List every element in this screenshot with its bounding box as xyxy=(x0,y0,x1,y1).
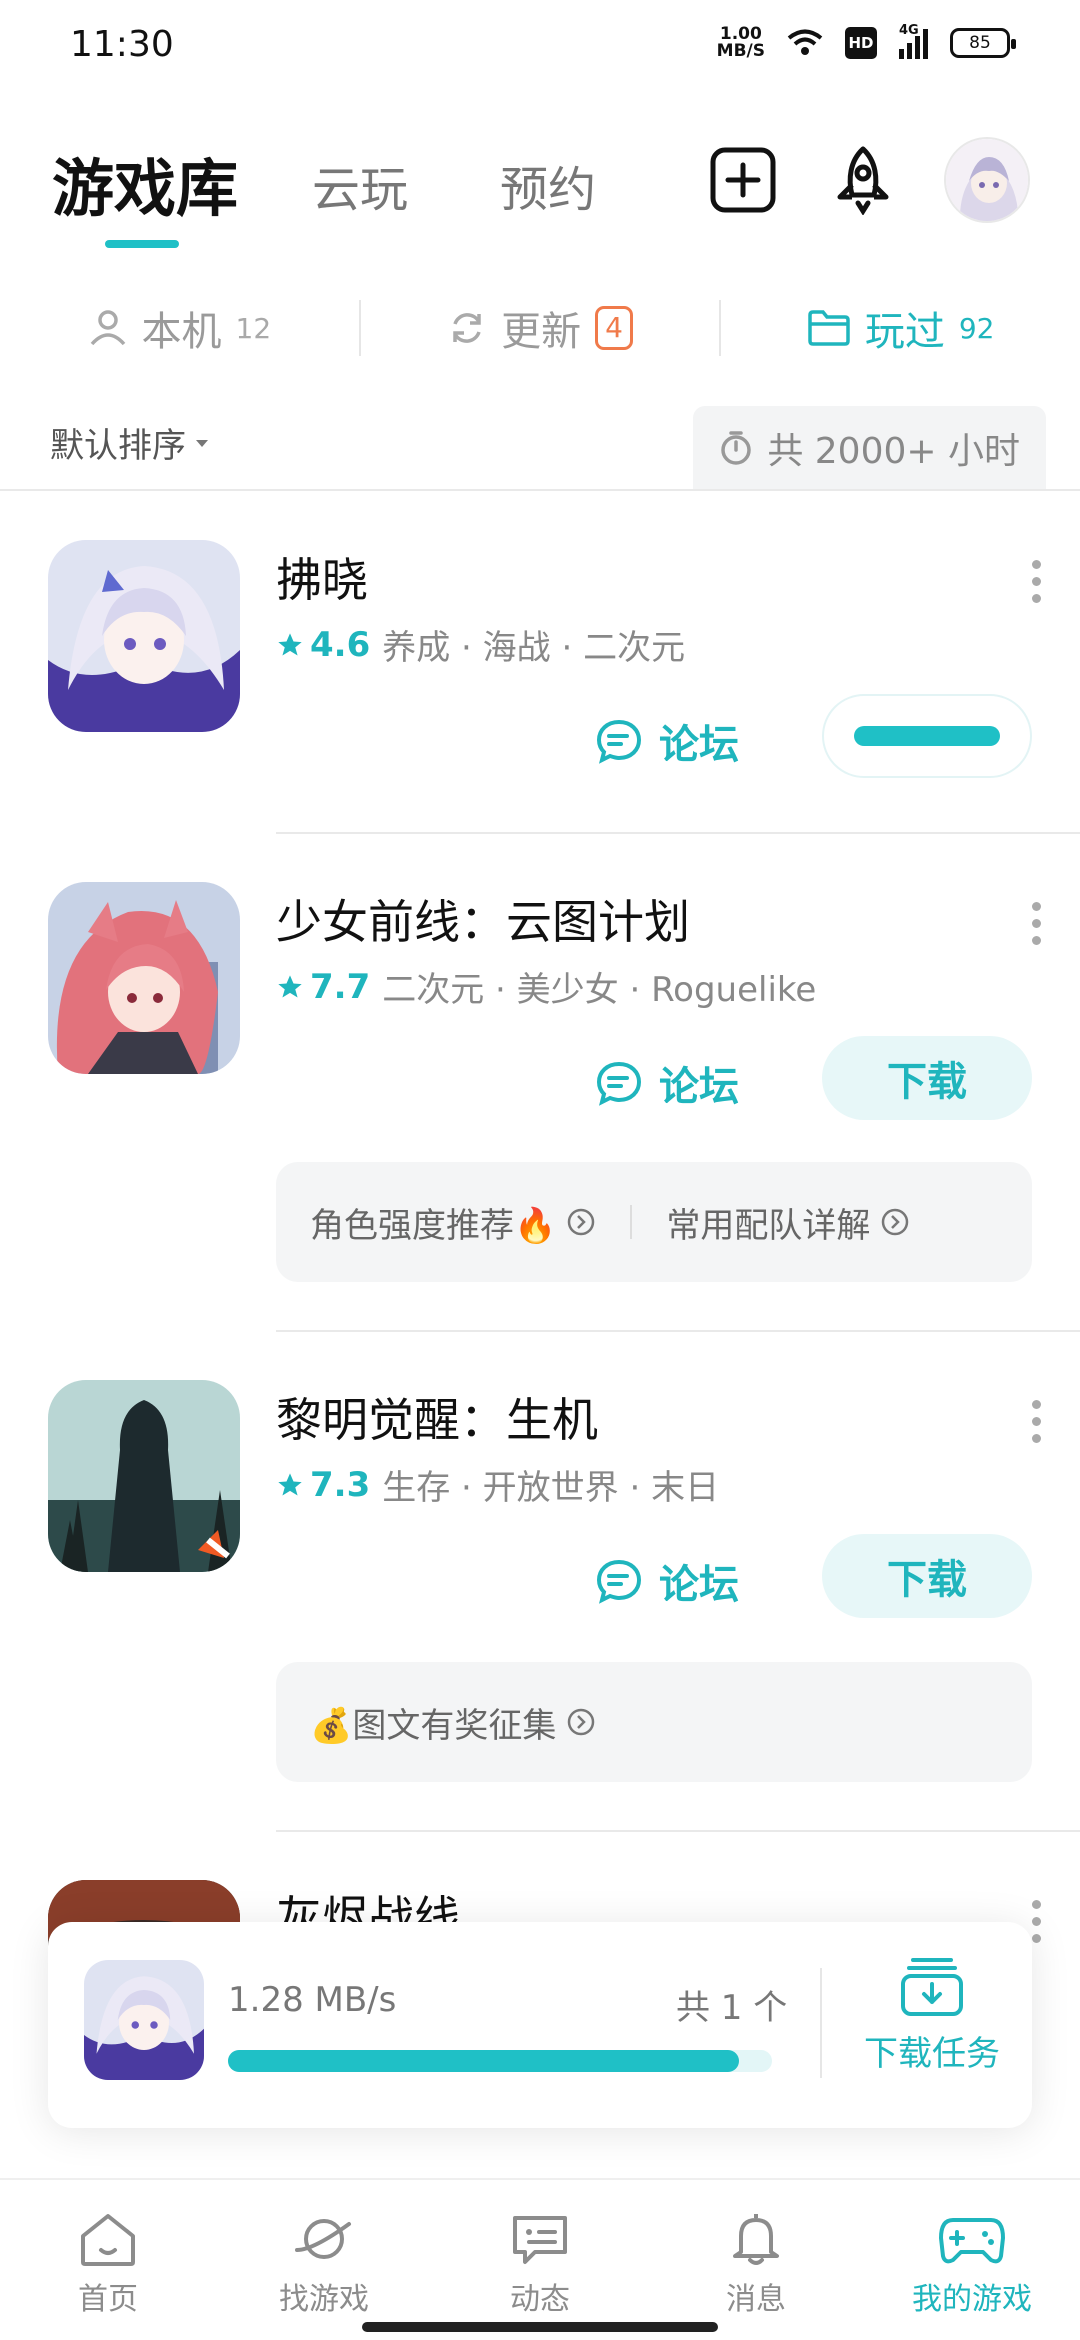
download-game-thumb xyxy=(84,1960,204,2080)
person-icon xyxy=(90,310,125,346)
game-icon[interactable] xyxy=(48,1380,240,1572)
tab-indicator xyxy=(105,240,179,248)
forum-icon xyxy=(596,719,642,764)
game-tips: 角色强度推荐🔥 常用配队详解 xyxy=(276,1162,1032,1282)
download-button[interactable]: 下载 xyxy=(822,1534,1032,1618)
home-icon xyxy=(81,2214,135,2266)
more-icon[interactable] xyxy=(1026,1400,1046,1443)
nav-messages[interactable]: 消息 xyxy=(648,2180,864,2340)
home-indicator xyxy=(362,2322,718,2332)
game-cover-image xyxy=(84,1960,204,2080)
chevron-circle-icon xyxy=(568,1208,595,1236)
chevron-circle-icon xyxy=(568,1708,595,1736)
download-button[interactable]: 下载 xyxy=(822,1036,1032,1120)
forum-icon xyxy=(596,1061,642,1106)
nav-home[interactable]: 首页 xyxy=(0,2180,216,2340)
nav-discover[interactable]: 找游戏 xyxy=(216,2180,432,2340)
tip-link[interactable]: 角色强度推荐🔥 xyxy=(310,1198,596,1247)
download-progress-track xyxy=(228,2050,772,2072)
total-playtime: 共 2000+ 小时 xyxy=(693,406,1046,490)
bell-icon xyxy=(733,2214,779,2265)
game-cover-image xyxy=(48,540,240,732)
game-title[interactable]: 拂晓 xyxy=(276,544,368,610)
game-tips: 💰图文有奖征集 xyxy=(276,1662,1032,1782)
download-progress-button[interactable] xyxy=(822,694,1032,778)
game-rating: 7.3 xyxy=(276,1465,370,1505)
battery-indicator: 85 xyxy=(950,28,1016,58)
nav-my-games[interactable]: 我的游戏 xyxy=(864,2180,1080,2340)
more-icon[interactable] xyxy=(1026,902,1046,945)
filter-update[interactable]: 更新 4 xyxy=(361,299,720,357)
tip-link[interactable]: 💰图文有奖征集 xyxy=(310,1698,596,1747)
filter-played[interactable]: 玩过 92 xyxy=(721,299,1080,357)
wifi-icon xyxy=(787,29,823,55)
download-tray-icon xyxy=(901,1958,963,2016)
signal-icon: 4G xyxy=(899,23,928,59)
add-game-button[interactable] xyxy=(708,145,778,215)
game-cover-image xyxy=(48,882,240,1074)
panel-divider xyxy=(820,1968,822,2078)
folder-icon xyxy=(808,310,850,346)
more-icon[interactable] xyxy=(1026,560,1046,603)
game-title[interactable]: 少女前线：云图计划 xyxy=(276,886,690,952)
status-time: 11:30 xyxy=(70,24,174,65)
forum-button[interactable]: 论坛 xyxy=(595,712,739,770)
download-progress-fill xyxy=(228,2050,740,2072)
accelerator-button[interactable] xyxy=(828,145,898,215)
plus-square-icon xyxy=(710,147,776,213)
tab-cloud-play[interactable]: 云玩 xyxy=(312,150,408,220)
game-tags: 生存 · 开放世界 · 末日 xyxy=(382,1468,720,1508)
game-meta: 4.6 养成 · 海战 · 二次元 xyxy=(276,620,685,669)
sort-dropdown[interactable]: 默认排序 xyxy=(50,418,210,467)
user-avatar[interactable] xyxy=(944,137,1030,223)
nav-feed[interactable]: 动态 xyxy=(432,2180,648,2340)
filter-local[interactable]: 本机 12 xyxy=(0,299,359,357)
avatar-image xyxy=(946,139,1028,221)
game-icon[interactable] xyxy=(48,882,240,1074)
game-title[interactable]: 黎明觉醒：生机 xyxy=(276,1384,598,1450)
caret-down-icon xyxy=(196,439,208,447)
forum-icon xyxy=(596,1559,642,1604)
game-meta: 7.7 二次元 · 美少女 · Roguelike xyxy=(276,962,816,1011)
network-type: 4G xyxy=(899,23,919,38)
tip-divider xyxy=(630,1205,633,1239)
game-icon[interactable] xyxy=(48,540,240,732)
timer-icon xyxy=(721,431,752,465)
game-rating: 4.6 xyxy=(276,625,370,665)
inline-progress-bar xyxy=(854,726,1000,746)
filter-row: 本机 12 更新 4 玩过 92 xyxy=(0,290,1080,366)
download-count: 共 1 个 xyxy=(676,1988,788,2028)
item-divider xyxy=(276,832,1080,834)
chevron-circle-icon xyxy=(882,1208,909,1236)
hd-badge: HD xyxy=(845,27,877,59)
tab-game-library[interactable]: 游戏库 xyxy=(52,138,238,228)
rocket-icon xyxy=(837,146,889,215)
bottom-nav: 首页 找游戏 动态 消息 我的游戏 xyxy=(0,2178,1080,2340)
planet-icon xyxy=(295,2219,351,2259)
download-tasks-button[interactable]: 下载任务 xyxy=(852,1956,1012,2075)
game-tags: 二次元 · 美少女 · Roguelike xyxy=(382,970,817,1010)
download-speed: 1.28 MB/s xyxy=(228,1980,397,2020)
star-icon xyxy=(278,1472,302,1495)
item-divider xyxy=(276,1830,1080,1832)
net-speed: 1.00 MB/S xyxy=(716,24,765,61)
refresh-icon xyxy=(453,313,481,343)
star-icon xyxy=(278,632,302,655)
message-icon xyxy=(513,2216,567,2264)
item-divider xyxy=(276,1330,1080,1332)
download-panel[interactable]: 1.28 MB/s 共 1 个 下载任务 xyxy=(48,1922,1032,2128)
game-cover-image xyxy=(48,1380,240,1572)
forum-button[interactable]: 论坛 xyxy=(595,1054,739,1112)
gamepad-icon xyxy=(939,2218,1005,2264)
tab-reservation[interactable]: 预约 xyxy=(500,150,596,220)
status-icons: 1.00 MB/S HD 4G 85 xyxy=(716,23,1016,61)
section-divider xyxy=(0,489,1080,491)
star-icon xyxy=(278,974,302,997)
update-count-badge: 4 xyxy=(595,306,633,350)
forum-button[interactable]: 论坛 xyxy=(595,1552,739,1610)
tip-link[interactable]: 常用配队详解 xyxy=(666,1198,910,1247)
game-tags: 养成 · 海战 · 二次元 xyxy=(382,628,686,668)
game-rating: 7.7 xyxy=(276,967,370,1007)
game-meta: 7.3 生存 · 开放世界 · 末日 xyxy=(276,1460,719,1509)
